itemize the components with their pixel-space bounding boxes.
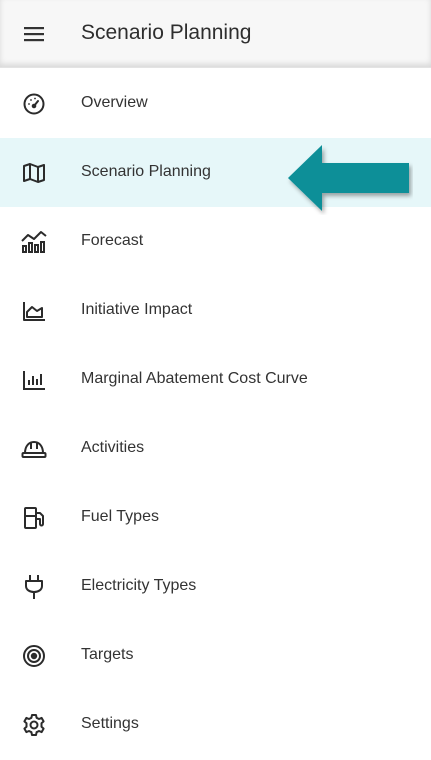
sidebar-item-fuel-types[interactable]: Fuel Types xyxy=(0,483,431,552)
sidebar-item-label: Marginal Abatement Cost Curve xyxy=(81,370,308,387)
sidebar-item-marginal-abatement-cost-curve[interactable]: Marginal Abatement Cost Curve xyxy=(0,345,431,414)
hard-hat-icon xyxy=(21,436,47,462)
sidebar-item-label: Scenario Planning xyxy=(81,163,211,180)
sidebar-item-label: Activities xyxy=(81,439,145,456)
area-chart-icon xyxy=(21,298,47,324)
map-icon xyxy=(21,160,47,186)
sidebar-item-label: Settings xyxy=(81,715,139,732)
sidebar-item-electricity-types[interactable]: Electricity Types xyxy=(0,552,431,621)
sidebar-item-label: Initiative Impact xyxy=(81,301,193,318)
sidebar-item-settings[interactable]: Settings xyxy=(0,690,431,759)
gear-icon xyxy=(21,712,47,738)
sidebar-item-label: Targets xyxy=(81,646,134,663)
sidebar-item-label: Overview xyxy=(81,94,148,111)
forecast-chart-icon xyxy=(21,229,47,255)
target-icon xyxy=(21,643,47,669)
sidebar-item-label: Forecast xyxy=(81,232,144,249)
fuel-pump-icon xyxy=(21,505,47,531)
page-title: Scenario Planning xyxy=(81,21,252,44)
sidebar-item-forecast[interactable]: Forecast xyxy=(0,207,431,276)
hamburger-menu-button[interactable] xyxy=(20,20,48,48)
sidebar-item-label: Fuel Types xyxy=(81,508,159,525)
sidebar-item-overview[interactable]: Overview xyxy=(0,69,431,138)
sidebar-item-label: Electricity Types xyxy=(81,577,197,594)
highlight-arrow xyxy=(285,141,413,215)
power-plug-icon xyxy=(21,574,47,600)
sidebar-item-initiative-impact[interactable]: Initiative Impact xyxy=(0,276,431,345)
hamburger-menu-icon xyxy=(24,27,44,42)
dashboard-gauge-icon xyxy=(21,91,47,117)
sidebar-item-activities[interactable]: Activities xyxy=(0,414,431,483)
sidebar-item-targets[interactable]: Targets xyxy=(0,621,431,690)
app-header: Scenario Planning xyxy=(0,0,431,68)
bar-chart-icon xyxy=(21,367,47,393)
